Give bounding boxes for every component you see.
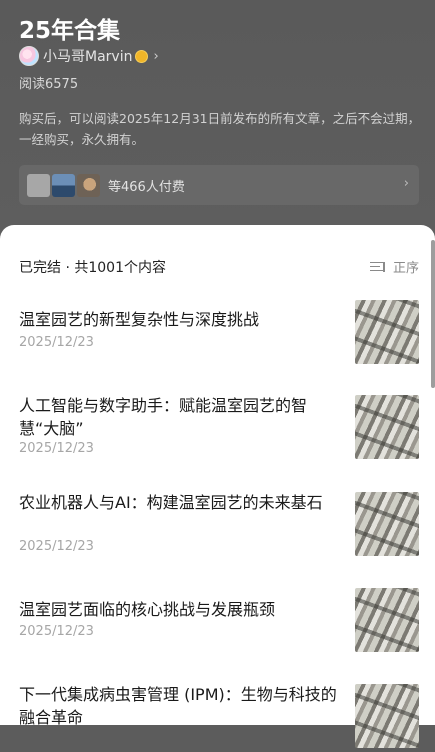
- payer-avatar: [52, 173, 75, 197]
- sort-order-icon: [369, 261, 385, 273]
- list-item[interactable]: 下一代集成病虫害管理 (IPM)：生物与科技的融合革命: [0, 682, 435, 752]
- payer-avatar: [77, 173, 100, 197]
- item-thumbnail: [355, 588, 419, 652]
- item-title: 温室园艺面临的核心挑战与发展瓶颈: [19, 600, 276, 619]
- sort-toggle[interactable]: 正序: [369, 257, 419, 276]
- item-thumbnail: [355, 492, 419, 556]
- read-count: 阅读6575: [19, 77, 79, 92]
- author-name: 小马哥Marvin: [43, 49, 133, 65]
- item-date: 2025/12/23: [19, 624, 94, 639]
- author-avatar: [19, 46, 39, 66]
- item-title: 人工智能与数字助手：赋能温室园艺的智慧“大脑”: [19, 396, 308, 438]
- item-thumbnail: [355, 395, 419, 459]
- paid-count-text: 等466人付费: [108, 179, 185, 195]
- verified-badge-icon: [136, 50, 148, 62]
- list-item[interactable]: 温室园艺的新型复杂性与深度挑战 2025/12/23: [0, 298, 435, 368]
- list-status: 已完结 · 共1001个内容: [19, 260, 166, 276]
- collection-header: 25年合集 小马哥Marvin › 阅读6575 购买后，可以阅读2025年12…: [0, 0, 435, 240]
- article-list-panel: 已完结 · 共1001个内容 正序 温室园艺的新型复杂性与深度挑战 2025/1…: [0, 225, 435, 748]
- chevron-right-icon: ›: [403, 176, 409, 191]
- paid-users-bar[interactable]: 等466人付费 ›: [19, 165, 419, 205]
- purchase-description: 购买后，可以阅读2025年12月31日前发布的所有文章，之后不会过期，一经购买，…: [19, 111, 421, 147]
- payer-avatar: [27, 173, 50, 197]
- list-item[interactable]: 温室园艺面临的核心挑战与发展瓶颈 2025/12/23: [0, 587, 435, 657]
- sort-label: 正序: [392, 261, 419, 276]
- item-title: 下一代集成病虫害管理 (IPM)：生物与科技的融合革命: [19, 685, 337, 727]
- item-date: 2025/12/23: [19, 539, 94, 554]
- collection-title: 25年合集: [19, 18, 121, 44]
- author-link[interactable]: 小马哥Marvin ›: [19, 45, 159, 67]
- item-thumbnail: [355, 684, 419, 748]
- list-item[interactable]: 人工智能与数字助手：赋能温室园艺的智慧“大脑” 2025/12/23: [0, 393, 435, 463]
- list-item[interactable]: 农业机器人与AI：构建温室园艺的未来基石 2025/12/23: [0, 491, 435, 561]
- chevron-right-icon: ›: [153, 48, 159, 64]
- item-date: 2025/12/23: [19, 441, 94, 456]
- item-title: 温室园艺的新型复杂性与深度挑战: [19, 310, 260, 329]
- item-date: 2025/12/23: [19, 335, 94, 350]
- scrollbar[interactable]: [431, 240, 435, 388]
- item-title: 农业机器人与AI：构建温室园艺的未来基石: [19, 493, 323, 512]
- item-thumbnail: [355, 300, 419, 364]
